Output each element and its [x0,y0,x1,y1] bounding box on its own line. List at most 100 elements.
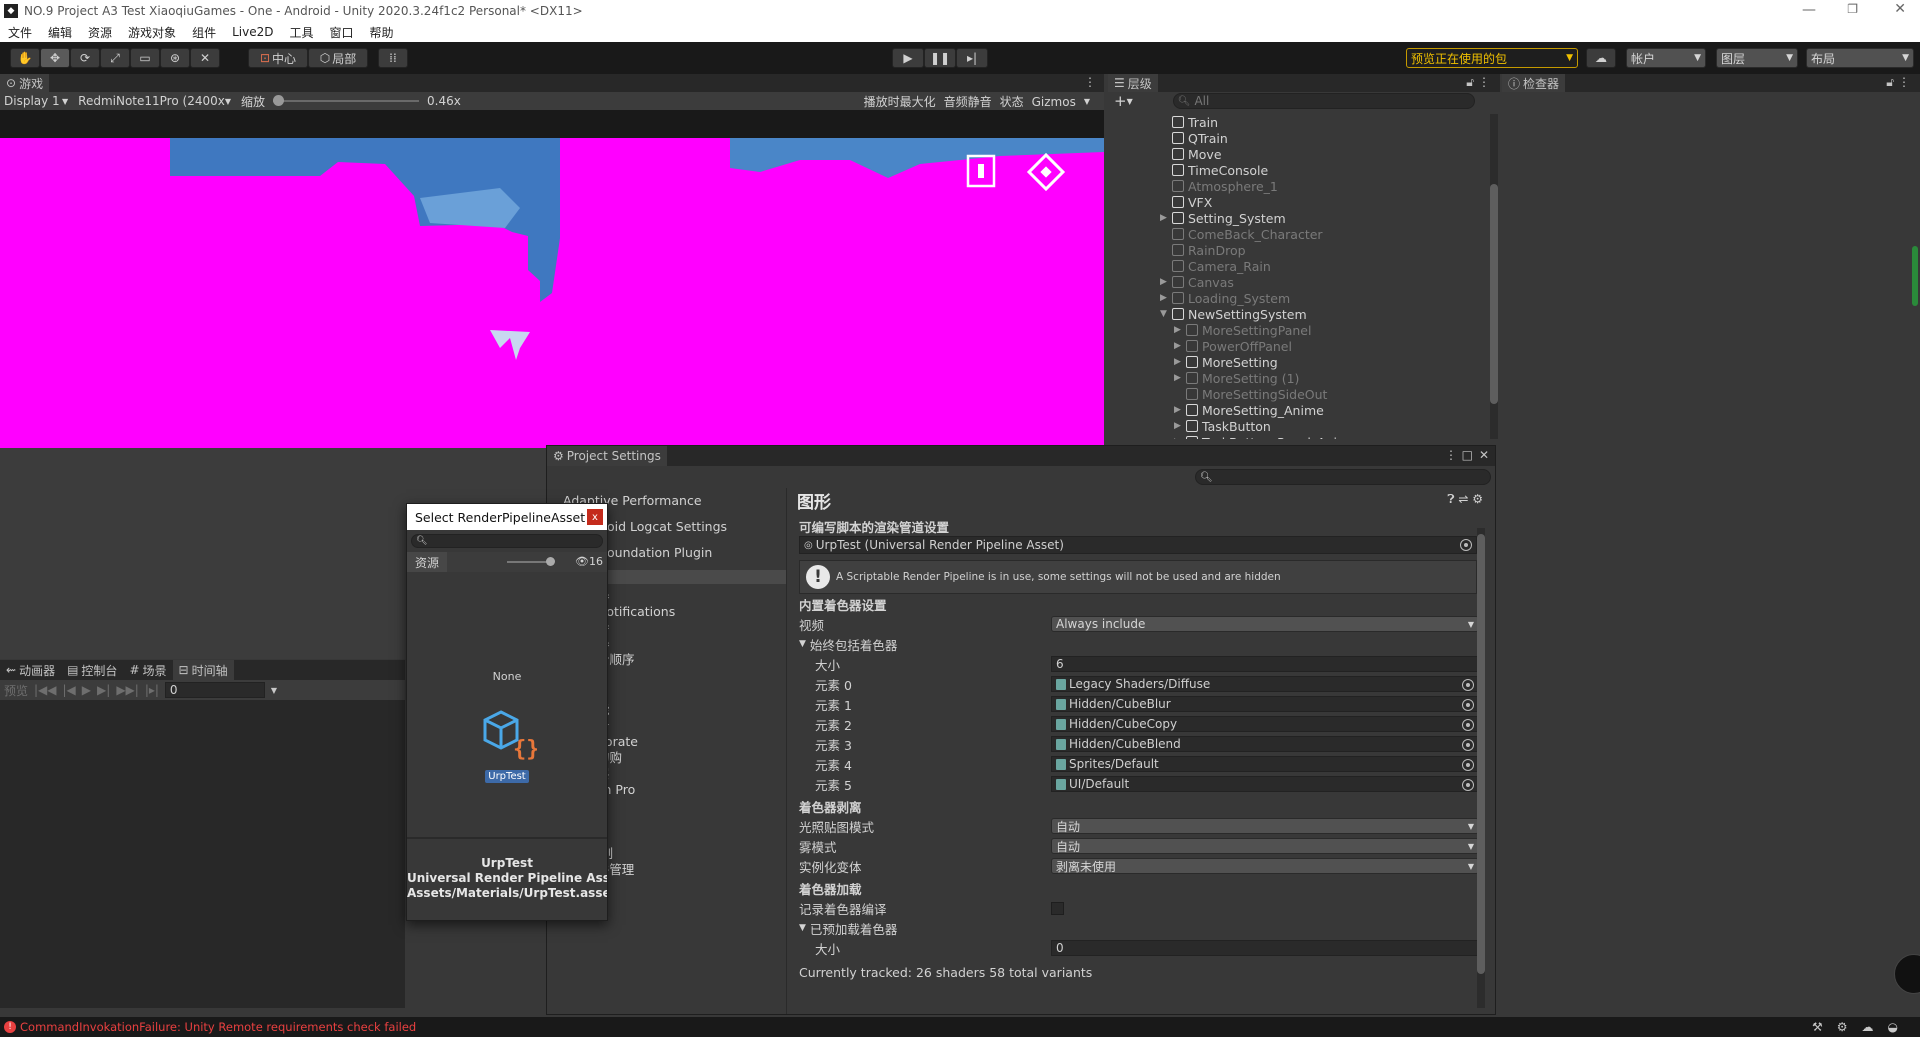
lightmap-dropdown[interactable]: 自动 ▼ [1051,818,1479,834]
preloaded-size-input[interactable]: 0 [1051,940,1479,956]
foldout-arrow-icon[interactable]: ▶ [1160,293,1172,303]
menu-assets[interactable]: 资源 [88,24,112,41]
settings-scrollbar[interactable] [1477,528,1485,1008]
timeline-play-icon[interactable]: ▶ [82,683,91,697]
loop-icon[interactable]: |▸| [145,683,159,697]
pivot-center-button[interactable]: ⊡ 中心 [248,48,308,68]
hierarchy-item[interactable]: ▶ MoreSetting (1) [1108,370,1492,386]
object-picker-icon[interactable] [1462,699,1474,711]
resolution-dropdown[interactable]: RedmiNote11Pro (2400x [78,94,225,108]
hierarchy-item[interactable]: ▶ MoreSetting_Anime [1108,402,1492,418]
hidden-count-icon[interactable]: 👁︎16 [575,555,603,568]
preloaded-foldout[interactable]: ▼ 已预加载着色器 [799,918,1477,938]
hierarchy-item[interactable]: Camera_Rain [1108,258,1492,274]
settings-scroll-thumb[interactable] [1477,534,1485,974]
status-error-text[interactable]: CommandInvokationFailure: Unity Remote r… [20,1020,416,1034]
shader-object-field[interactable]: Hidden/CubeBlend [1051,736,1479,752]
maximize-icon[interactable]: □ [1462,448,1473,462]
hierarchy-item[interactable]: ▶ PowerOffPanel [1108,338,1492,354]
foldout-arrow-icon[interactable]: ▶ [1174,373,1186,383]
maximize-on-play-toggle[interactable]: 播放时最大化 [864,93,936,110]
instancing-dropdown[interactable]: 剥离未使用 ▼ [1051,858,1479,874]
srp-object-field[interactable]: ◎ UrpTest (Universal Render Pipeline Asse… [799,536,1477,554]
foldout-arrow-icon[interactable]: ▶ [1174,421,1186,431]
tab-console[interactable]: ▤ 控制台 [61,660,124,680]
more-menu-icon[interactable]: ⋮ [1445,448,1457,462]
picker-assets-tab[interactable]: 资源 [407,552,448,572]
menu-help[interactable]: 帮助 [370,24,394,41]
prev-frame-icon[interactable]: |◀ [63,683,76,697]
object-picker-icon[interactable] [1460,539,1472,551]
package-dropdown[interactable]: 预览正在使用的包 ▼ [1406,48,1578,68]
layout-dropdown[interactable]: 布局 ▼ [1806,48,1914,68]
scale-slider[interactable] [273,95,419,106]
project-settings-tab[interactable]: ⚙ Project Settings [547,446,667,466]
play-button[interactable]: ▶ [892,48,924,68]
transform-tool-icon[interactable]: ⊛ [160,48,190,68]
hierarchy-item[interactable]: ▶ TaskButton_Panel_Anime [1108,434,1492,439]
picker-splitter[interactable] [407,837,607,839]
object-picker-icon[interactable] [1462,679,1474,691]
add-icon[interactable]: + [1114,92,1127,110]
object-picker-icon[interactable] [1462,719,1474,731]
close-window-button[interactable]: ✕ [1894,1,1906,17]
always-included-foldout[interactable]: ▼ 始终包括着色器 [799,634,1477,654]
tab-scene[interactable]: # 场景 [123,660,173,680]
close-icon[interactable]: ✕ [1479,448,1489,462]
foldout-arrow-icon[interactable]: ▶ [1174,437,1186,439]
custom-tool-icon[interactable]: ✕ [190,48,220,68]
rect-tool-icon[interactable]: ▭ [130,48,160,68]
fog-dropdown[interactable]: 自动 ▼ [1051,838,1479,854]
hierarchy-item[interactable]: Atmosphere_1 [1108,178,1492,194]
rotate-tool-icon[interactable]: ⟳ [70,48,100,68]
more-menu-icon[interactable]: ⋮ [1478,75,1490,89]
hierarchy-scrollbar[interactable] [1490,114,1498,439]
foldout-arrow-icon[interactable]: ▶ [1160,277,1172,287]
picker-close-button[interactable]: x [587,509,603,525]
dropdown-arrow-icon[interactable]: ▼ [271,686,277,695]
tab-animator[interactable]: ⇜ 动画器 [0,660,62,680]
shader-object-field[interactable]: Hidden/CubeCopy [1051,716,1479,732]
layers-dropdown[interactable]: 图层 ▼ [1716,48,1798,68]
foldout-arrow-icon[interactable]: ▶ [1174,325,1186,335]
hierarchy-search-input[interactable]: 🔍︎ All [1172,93,1475,109]
foldout-arrow-icon[interactable]: ▶ [1174,405,1186,415]
size-input[interactable]: 6 [1051,656,1479,672]
hierarchy-item[interactable]: QTrain [1108,130,1492,146]
inspector-tab[interactable]: ⓘ 检查器 [1502,74,1566,92]
account-dropdown[interactable]: 帐户 ▼ [1626,48,1706,68]
menu-file[interactable]: 文件 [8,24,32,41]
menu-live2d[interactable]: Live2D [232,25,273,39]
object-picker-icon[interactable] [1462,739,1474,751]
last-frame-icon[interactable]: ▶▶| [116,683,139,697]
scale-tool-icon[interactable]: ⤢ [100,48,130,68]
tab-timeline[interactable]: ⊟ 时间轴 [172,660,234,680]
mute-audio-toggle[interactable]: 音频静音 [944,93,992,110]
help-icon[interactable]: ❓︎ ⇌ ⚙ [1447,492,1483,507]
shader-object-field[interactable]: Sprites/Default [1051,756,1479,772]
shader-object-field[interactable]: Legacy Shaders/Diffuse [1051,676,1479,692]
shader-object-field[interactable]: Hidden/CubeBlur [1051,696,1479,712]
hierarchy-item[interactable]: ▼ NewSettingSystem [1108,306,1492,322]
restore-button[interactable]: ❐ [1847,2,1858,16]
game-tab[interactable]: ⊙ 游戏 [0,74,50,92]
scale-slider-thumb[interactable] [273,95,284,106]
stats-toggle[interactable]: 状态 [1000,93,1024,110]
status-icons[interactable]: ⚒⚙☁◒ [1812,1020,1912,1034]
hierarchy-item[interactable]: ComeBack_Character [1108,226,1492,242]
log-compile-checkbox[interactable] [1051,901,1064,915]
picker-none-item[interactable]: None [407,670,607,683]
menu-window[interactable]: 窗口 [329,24,353,41]
hierarchy-item[interactable]: RainDrop [1108,242,1492,258]
step-button[interactable]: ▸| [956,48,988,68]
picker-selected-item[interactable]: UrpTest [407,768,607,783]
pivot-local-button[interactable]: ⬡ 局部 [308,48,368,68]
grid-snap-icon[interactable]: ⁞⁞ [378,48,408,68]
hierarchy-item[interactable]: ▶ TaskButton [1108,418,1492,434]
lock-icon[interactable]: 🔓︎ [1466,75,1474,90]
foldout-arrow-icon[interactable]: ▶ [1174,357,1186,367]
object-picker-icon[interactable] [1462,779,1474,791]
hierarchy-item[interactable]: ▶ MoreSetting [1108,354,1492,370]
video-dropdown[interactable]: Always include ▼ [1051,616,1479,632]
settings-search-input[interactable]: 🔍︎ [1195,469,1491,485]
